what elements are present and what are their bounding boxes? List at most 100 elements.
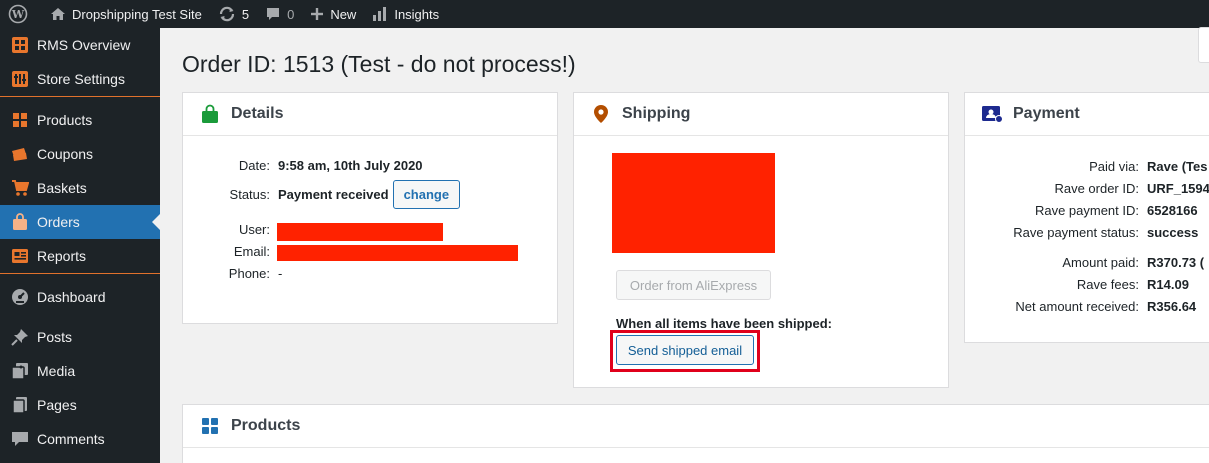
- sidebar-item-label: Store Settings: [37, 71, 125, 87]
- sidebar-item-posts[interactable]: Posts: [0, 320, 160, 354]
- plus-icon: [310, 7, 324, 21]
- send-shipped-email-button[interactable]: Send shipped email: [616, 335, 754, 365]
- payment-row-label: Paid via:: [1089, 159, 1139, 174]
- sidebar-item-label: Posts: [37, 329, 73, 345]
- redacted-user: [277, 223, 443, 241]
- comment-bubble-icon: [10, 429, 30, 449]
- payment-row: Amount paid: R370.73 (: [964, 255, 1204, 270]
- insights-label: Insights: [394, 6, 440, 22]
- products-grid-icon: [199, 415, 221, 437]
- admin-bar: W Dropshipping Test Site 5 0 New Insight…: [0, 0, 1209, 28]
- wordpress-logo-icon: W: [8, 4, 28, 24]
- payment-row-value: R356.64: [1147, 299, 1197, 314]
- comments-count: 0: [287, 6, 295, 22]
- payment-row: Net amount received: R356.64: [964, 299, 1196, 314]
- payment-row-label: Rave fees:: [1076, 277, 1139, 292]
- redacted-email: [277, 245, 518, 261]
- order-from-aliexpress-button[interactable]: Order from AliExpress: [616, 270, 771, 300]
- sidebar-item-reports[interactable]: Reports: [0, 239, 160, 273]
- insights-link[interactable]: Insights: [364, 0, 447, 28]
- cart-icon: [10, 178, 30, 198]
- sidebar-item-label: Orders: [37, 214, 80, 230]
- sidebar-item-products[interactable]: Products: [0, 103, 160, 137]
- updates-link[interactable]: 5: [210, 0, 257, 28]
- sidebar-item-orders[interactable]: Orders: [0, 205, 160, 239]
- wordpress-logo-button[interactable]: W: [0, 0, 42, 28]
- products-card-header: Products: [183, 405, 1209, 448]
- comments-link[interactable]: 0: [257, 0, 302, 28]
- new-content-link[interactable]: New: [302, 0, 364, 28]
- payment-row-value: URF_1594: [1147, 181, 1209, 196]
- reports-icon: [10, 246, 30, 266]
- date-row: Date: 9:58 am, 10th July 2020: [182, 158, 423, 173]
- home-icon: [50, 6, 66, 22]
- pushpin-icon: [10, 327, 30, 347]
- store-settings-icon: [10, 69, 30, 89]
- status-value: Payment received: [278, 187, 389, 202]
- sidebar-item-label: RMS Overview: [37, 37, 131, 53]
- date-label: Date:: [238, 158, 270, 173]
- sidebar-item-pages[interactable]: Pages: [0, 388, 160, 422]
- phone-label: Phone:: [228, 266, 270, 281]
- payment-row-label: Net amount received:: [1015, 299, 1139, 314]
- products-card: Products: [182, 404, 1209, 463]
- updates-refresh-icon: [218, 5, 236, 23]
- payment-row: Rave order ID: URF_1594: [964, 181, 1209, 196]
- sidebar-item-comments[interactable]: Comments: [0, 422, 160, 456]
- sidebar-item-label: Coupons: [37, 146, 94, 162]
- payment-row: Rave payment ID: 6528166: [964, 203, 1198, 218]
- sidebar-item-label: Reports: [37, 248, 87, 264]
- admin-sidebar-menu: RMS Overview Store Settings Products Cou…: [0, 28, 160, 463]
- screen-options-button[interactable]: [1198, 27, 1209, 63]
- status-row: Status: Payment received change: [182, 180, 461, 209]
- details-card-header: Details: [183, 93, 557, 136]
- store-menu-group: Products Coupons Baskets Orders Reports: [0, 103, 160, 274]
- details-title: Details: [231, 105, 284, 122]
- sidebar-item-label: Dashboard: [37, 289, 106, 305]
- new-label: New: [330, 6, 357, 22]
- payment-row-label: Rave payment ID:: [1034, 203, 1139, 218]
- rms-overview-icon: [10, 35, 30, 55]
- sidebar-item-baskets[interactable]: Baskets: [0, 171, 160, 205]
- redacted-shipping-address: [612, 153, 775, 253]
- dashboard-gauge-icon: [10, 287, 30, 307]
- updates-count: 5: [241, 6, 250, 22]
- sidebar-item-coupons[interactable]: Coupons: [0, 137, 160, 171]
- shipping-card-header: Shipping: [574, 93, 948, 136]
- phone-value: -: [278, 266, 283, 281]
- payment-card-icon: [981, 103, 1003, 125]
- coupons-icon: [10, 144, 30, 164]
- payment-card-header: Payment: [965, 93, 1209, 136]
- sidebar-item-label: Pages: [37, 397, 77, 413]
- status-label: Status:: [229, 187, 270, 202]
- payment-row: Rave fees: R14.09: [964, 277, 1189, 292]
- change-status-button[interactable]: change: [392, 180, 461, 209]
- site-name-link[interactable]: Dropshipping Test Site: [42, 0, 210, 28]
- shopping-bag-icon: [10, 212, 30, 232]
- payment-row-value: R14.09: [1147, 277, 1189, 292]
- products-title: Products: [231, 417, 301, 434]
- comment-bubble-icon: [265, 6, 281, 22]
- bar-chart-icon: [372, 6, 388, 22]
- site-name-label: Dropshipping Test Site: [72, 6, 202, 22]
- payment-row-value: success: [1147, 225, 1199, 240]
- sidebar-item-dashboard[interactable]: Dashboard: [0, 280, 160, 314]
- sidebar-item-rms-overview[interactable]: RMS Overview: [0, 28, 160, 62]
- sidebar-item-media[interactable]: Media: [0, 354, 160, 388]
- shopping-bag-icon: [199, 103, 221, 125]
- payment-row-value: 6528166: [1147, 203, 1198, 218]
- payment-title: Payment: [1013, 105, 1080, 122]
- user-row: User:: [182, 222, 270, 237]
- rms-menu-group: RMS Overview Store Settings: [0, 28, 160, 97]
- svg-text:W: W: [11, 8, 25, 21]
- payment-row: Rave payment status: success: [964, 225, 1198, 240]
- date-value: 9:58 am, 10th July 2020: [278, 158, 423, 173]
- pages-icon: [10, 395, 30, 415]
- payment-row-label: Rave order ID:: [1054, 181, 1139, 196]
- sidebar-item-label: Comments: [37, 431, 105, 447]
- payment-row-label: Amount paid:: [1062, 255, 1139, 270]
- sidebar-item-store-settings[interactable]: Store Settings: [0, 62, 160, 96]
- email-row: Email:: [182, 244, 270, 259]
- sidebar-item-label: Media: [37, 363, 76, 379]
- payment-row-value: R370.73 (: [1147, 255, 1205, 270]
